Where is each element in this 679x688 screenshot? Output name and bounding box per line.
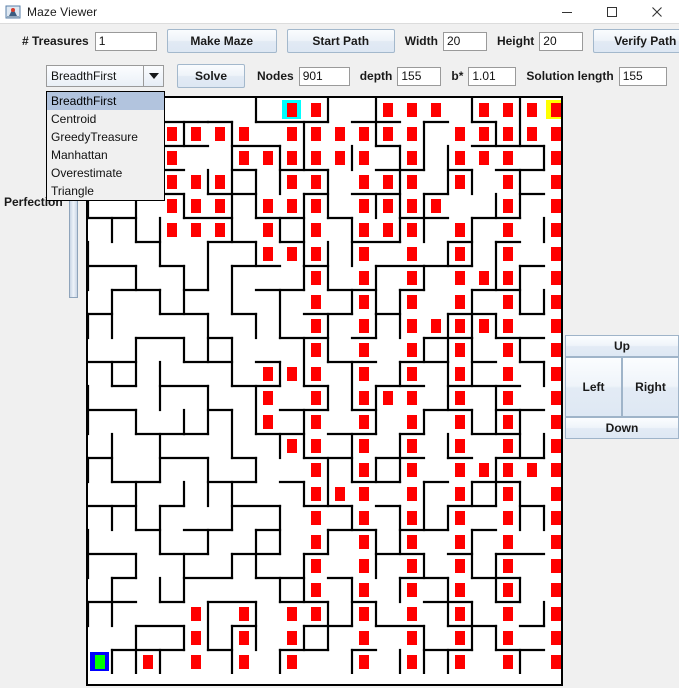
maze-viewer-window: Maze Viewer # Treasures Make Maze Start … [0, 0, 679, 688]
treasures-input[interactable] [94, 31, 157, 51]
algorithm-option-breadthfirst[interactable]: BreadthFirst [47, 92, 164, 110]
bstar-input[interactable] [468, 66, 517, 86]
maze-app-icon [5, 4, 21, 20]
height-label: Height [496, 34, 535, 48]
width-input[interactable] [442, 31, 487, 51]
algorithm-select[interactable]: BreadthFirst [46, 65, 164, 87]
minimize-icon[interactable] [544, 0, 589, 23]
window-controls [544, 0, 679, 23]
depth-label: depth [359, 69, 393, 83]
direction-pad: Up Left Right Down [565, 335, 679, 451]
solution-length-input[interactable] [618, 66, 667, 86]
algorithm-selected-value: BreadthFirst [51, 69, 117, 83]
solution-length-label: Solution length [526, 69, 614, 83]
perfection-slider[interactable] [69, 193, 78, 298]
toolbar-secondary: BreadthFirst Solve Nodes depth b* Soluti… [0, 60, 679, 92]
algorithm-dropdown-list[interactable]: BreadthFirst Centroid GreedyTreasure Manhat… [46, 91, 165, 201]
nodes-label: Nodes [257, 69, 294, 83]
maximize-icon[interactable] [589, 0, 634, 23]
treasures-label: # Treasures [22, 34, 89, 48]
depth-input[interactable] [397, 66, 442, 86]
solve-button[interactable]: Solve [177, 64, 245, 88]
algorithm-option-overestimate[interactable]: Overestimate [47, 164, 164, 182]
toolbar-primary: # Treasures Make Maze Start Path Width H… [0, 25, 679, 57]
chevron-down-icon[interactable] [143, 66, 163, 86]
height-input[interactable] [539, 31, 584, 51]
algorithm-option-greedytreasure[interactable]: GreedyTreasure [47, 128, 164, 146]
width-label: Width [404, 34, 438, 48]
move-left-button[interactable]: Left [565, 357, 622, 417]
move-right-button[interactable]: Right [622, 357, 679, 417]
start-path-button[interactable]: Start Path [286, 29, 395, 53]
algorithm-option-manhattan[interactable]: Manhattan [47, 146, 164, 164]
move-down-button[interactable]: Down [565, 417, 679, 439]
window-title: Maze Viewer [27, 4, 98, 19]
algorithm-option-triangle[interactable]: Triangle [47, 182, 164, 200]
algorithm-option-centroid[interactable]: Centroid [47, 110, 164, 128]
bstar-label: b* [451, 69, 464, 83]
move-up-button[interactable]: Up [565, 335, 679, 357]
make-maze-button[interactable]: Make Maze [166, 29, 277, 53]
verify-path-button[interactable]: Verify Path [593, 29, 679, 53]
title-bar: Maze Viewer [0, 0, 679, 24]
nodes-input[interactable] [298, 66, 350, 86]
close-icon[interactable] [634, 0, 679, 23]
